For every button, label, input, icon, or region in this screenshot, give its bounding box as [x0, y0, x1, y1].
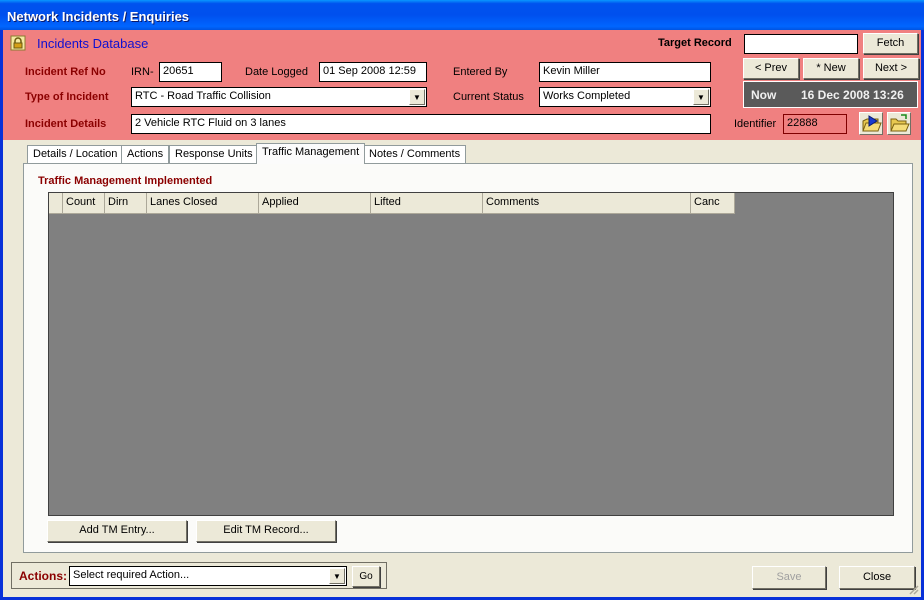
tab-response-units[interactable]: Response Units — [169, 145, 259, 164]
tab-traffic-management[interactable]: Traffic Management — [256, 143, 366, 164]
column-header-applied[interactable]: Applied — [259, 193, 371, 214]
section-title: Traffic Management Implemented — [38, 175, 213, 187]
chevron-down-icon[interactable]: ▼ — [409, 89, 425, 105]
prev-button[interactable]: < Prev — [743, 58, 799, 79]
identifier-field: 22888 — [783, 114, 847, 134]
incident-details-label: Incident Details — [25, 118, 107, 130]
play-folder-icon — [862, 115, 882, 132]
resize-grip-icon[interactable] — [907, 583, 919, 595]
date-logged-label: Date Logged — [245, 66, 308, 78]
add-tm-entry-button[interactable]: Add TM Entry... — [47, 520, 187, 542]
type-of-incident-value: RTC - Road Traffic Collision — [135, 90, 271, 102]
chevron-down-icon[interactable]: ▼ — [693, 89, 709, 105]
column-header-selector[interactable] — [49, 193, 63, 214]
tab-notes-comments[interactable]: Notes / Comments — [363, 145, 467, 164]
actions-select[interactable]: Select required Action... ▼ — [69, 566, 347, 586]
column-header-lanes-closed[interactable]: Lanes Closed — [147, 193, 259, 214]
current-status-value: Works Completed — [543, 90, 631, 102]
column-header-dirn[interactable]: Dirn — [105, 193, 147, 214]
target-record-input[interactable] — [744, 34, 858, 54]
current-status-select[interactable]: Works Completed ▼ — [539, 87, 711, 107]
column-header-lifted[interactable]: Lifted — [371, 193, 483, 214]
record-header: Incidents Database Target Record Fetch <… — [3, 30, 921, 140]
edit-tm-record-button[interactable]: Edit TM Record... — [196, 520, 336, 542]
window-title: Network Incidents / Enquiries — [7, 9, 190, 24]
identifier-label: Identifier — [734, 118, 777, 130]
target-record-label: Target Record — [658, 37, 732, 49]
go-button[interactable]: Go — [352, 566, 380, 587]
incidents-window: Network Incidents / Enquiries Incidents … — [0, 0, 924, 600]
lock-icon — [10, 35, 26, 51]
close-button[interactable]: Close — [839, 566, 915, 589]
type-of-incident-label: Type of Incident — [25, 91, 109, 103]
date-logged-field[interactable]: 01 Sep 2008 12:59 — [319, 62, 427, 82]
database-title: Incidents Database — [37, 36, 149, 51]
traffic-management-panel: Traffic Management Implemented Count Dir… — [23, 163, 913, 553]
incident-details-field[interactable]: 2 Vehicle RTC Fluid on 3 lanes — [131, 114, 711, 134]
save-button[interactable]: Save — [752, 566, 826, 589]
current-status-label: Current Status — [453, 91, 524, 103]
entered-by-label: Entered By — [453, 66, 508, 78]
tab-details-location[interactable]: Details / Location — [27, 145, 124, 164]
now-label: Now — [751, 88, 777, 102]
irn-field[interactable]: 20651 — [159, 62, 222, 82]
entered-by-field[interactable]: Kevin Miller — [539, 62, 711, 82]
next-button[interactable]: Next > — [863, 58, 919, 79]
title-bar: Network Incidents / Enquiries — [0, 0, 924, 30]
open-record-button[interactable] — [859, 112, 883, 135]
tab-actions[interactable]: Actions — [121, 145, 170, 164]
actions-label: Actions: — [19, 569, 67, 583]
actions-bar: Actions: Select required Action... ▼ Go — [11, 562, 387, 589]
irn-prefix: IRN- — [131, 66, 154, 78]
tm-grid[interactable]: Count Dirn Lanes Closed Applied Lifted C… — [48, 192, 894, 516]
open-folder-button[interactable] — [887, 112, 911, 135]
now-value: 16 Dec 2008 13:26 — [801, 88, 904, 102]
open-folder-icon — [890, 114, 910, 132]
actions-select-value: Select required Action... — [73, 569, 190, 581]
type-of-incident-select[interactable]: RTC - Road Traffic Collision ▼ — [131, 87, 427, 107]
chevron-down-icon[interactable]: ▼ — [329, 568, 345, 584]
current-time-box: Now 16 Dec 2008 13:26 — [743, 81, 918, 108]
fetch-button[interactable]: Fetch — [863, 33, 918, 54]
incident-ref-label: Incident Ref No — [25, 66, 106, 78]
column-header-comments[interactable]: Comments — [483, 193, 691, 214]
new-button[interactable]: * New — [803, 58, 859, 79]
column-header-canc[interactable]: Canc — [691, 193, 735, 214]
column-header-count[interactable]: Count — [63, 193, 105, 214]
